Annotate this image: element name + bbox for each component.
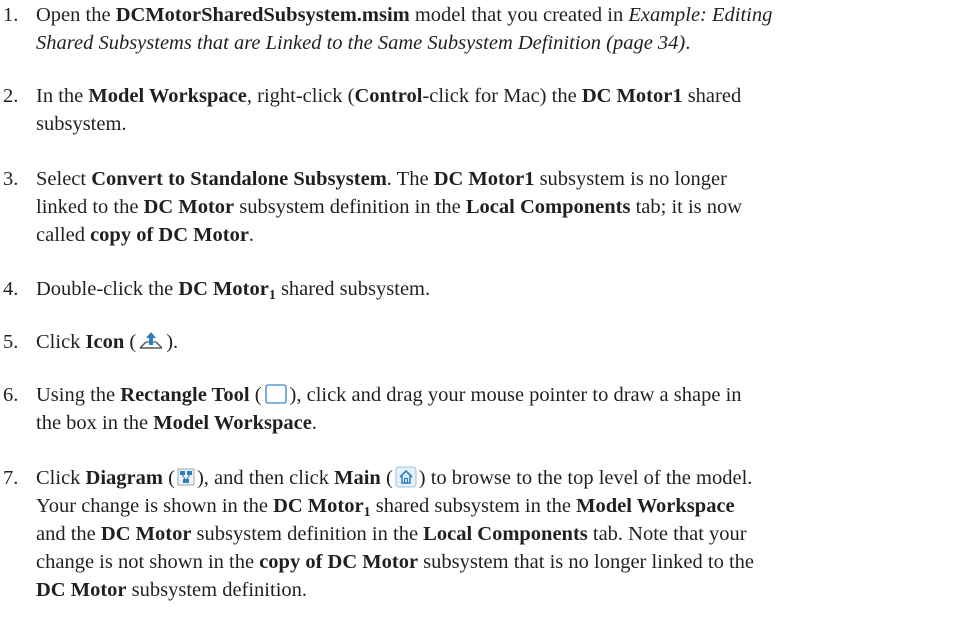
ui-term: copy of DC Motor: [259, 551, 419, 573]
cross-reference-link[interactable]: Example: Editing: [628, 4, 772, 26]
step-1: 1. Open the DCMotorSharedSubsystem.msim …: [0, 1, 968, 57]
step-line: Click Diagram ( ), and then click Main ()…: [36, 464, 968, 492]
document-page: 1. Open the DCMotorSharedSubsystem.msim …: [0, 0, 971, 626]
ui-term: Model Workspace: [88, 85, 247, 107]
step-line: the box in the Model Workspace.: [36, 409, 968, 437]
step-text: -click for Mac) the: [422, 85, 582, 107]
step-text: Using the: [36, 384, 121, 406]
step-text: (: [162, 467, 175, 489]
step-text: Your change is shown in the: [36, 495, 274, 517]
step-7: 7. Click Diagram ( ), and then click Main…: [0, 464, 968, 604]
step-text: Click: [36, 331, 86, 353]
diagram-view-icon: [177, 466, 195, 488]
ui-term: copy of DC Motor: [90, 224, 249, 246]
step-line: subsystem.: [36, 110, 968, 138]
step-line: Click Icon ().: [36, 328, 968, 356]
ui-term: DC Motor: [273, 495, 364, 517]
step-number: 3.: [3, 168, 19, 190]
step-line: Using the Rectangle Tool ( ), click and d…: [36, 381, 968, 409]
step-text: subsystem definition in the: [234, 196, 466, 218]
step-text: .: [685, 32, 691, 54]
step-line: called copy of DC Motor.: [36, 221, 968, 249]
subscript: 1: [363, 505, 371, 520]
step-text: Double-click the: [36, 278, 179, 300]
step-text: subsystem that is no longer linked to th…: [418, 551, 754, 573]
ui-term: DC Motor1: [581, 85, 683, 107]
step-number: 6.: [3, 384, 19, 406]
step-text: subsystem definition.: [126, 579, 308, 601]
step-text: .: [248, 224, 255, 246]
step-4: 4. Double-click the DC Motor1 shared sub…: [0, 275, 968, 303]
ui-term: Main: [334, 467, 381, 489]
step-text: shared subsystem.: [275, 278, 431, 300]
step-text: (: [380, 467, 393, 489]
step-text: change is not shown in the: [36, 551, 260, 573]
step-text: (: [249, 384, 262, 406]
step-text: linked to the: [36, 196, 144, 218]
step-number: 7.: [3, 467, 19, 489]
step-text: model that you created in: [409, 4, 629, 26]
step-text: subsystem is no longer: [534, 168, 727, 190]
step-text: subsystem definition in the: [191, 523, 424, 545]
step-text: ), and then click: [196, 467, 335, 489]
step-number: 2.: [3, 85, 19, 107]
ui-term: Model Workspace: [153, 412, 312, 434]
step-line: Your change is shown in the DC Motor1 sh…: [36, 492, 968, 520]
step-text: In the: [36, 85, 89, 107]
step-5: 5. Click Icon ().: [0, 328, 968, 356]
step-text: and the: [36, 523, 101, 545]
home-icon: [395, 466, 417, 488]
icon-view-icon: [138, 330, 164, 352]
ui-term: DC Motor: [143, 196, 235, 218]
step-line: linked to the DC Motor subsystem definit…: [36, 193, 968, 221]
cross-reference-link[interactable]: Shared Subsystems that are Linked to the…: [36, 32, 685, 54]
step-text: ) to browse to the top level of the mode…: [418, 467, 753, 489]
step-text: .: [311, 412, 317, 434]
ui-term: DC Motor1: [433, 168, 535, 190]
step-line: DC Motor subsystem definition.: [36, 576, 968, 604]
step-line: change is not shown in the copy of DC Mo…: [36, 548, 968, 576]
step-number: 5.: [3, 331, 19, 353]
ui-term: DC Motor: [178, 278, 269, 300]
ui-term: Rectangle Tool: [120, 384, 250, 406]
step-line: Shared Subsystems that are Linked to the…: [36, 29, 968, 57]
ui-term: Convert to Standalone Subsystem: [91, 168, 387, 190]
step-text: Open the: [36, 4, 116, 26]
step-number: 1.: [3, 4, 19, 26]
step-text: ), click and drag your mouse pointer to …: [289, 384, 742, 406]
step-line: and the DC Motor subsystem definition in…: [36, 520, 968, 548]
step-text: the box in the: [36, 412, 154, 434]
step-line: Double-click the DC Motor1 shared subsys…: [36, 275, 968, 303]
step-line: Select Convert to Standalone Subsystem. …: [36, 165, 968, 193]
step-2: 2. In the Model Workspace, right-click (…: [0, 82, 968, 138]
step-text: Click: [36, 467, 86, 489]
ui-term: Diagram: [85, 467, 163, 489]
rectangle-tool-icon: [264, 383, 288, 405]
step-text: (: [124, 331, 137, 353]
step-text: called: [36, 224, 91, 246]
step-line: Open the DCMotorSharedSubsystem.msim mod…: [36, 1, 968, 29]
step-text: tab; it is now: [630, 196, 743, 218]
step-text: shared subsystem in the: [370, 495, 577, 517]
ui-term: Local Components: [465, 196, 631, 218]
subscript: 1: [268, 288, 276, 303]
step-text: tab. Note that your: [587, 523, 747, 545]
file-name: DCMotorSharedSubsystem.msim: [115, 4, 410, 26]
ui-term: Icon: [85, 331, 125, 353]
step-text: shared: [682, 85, 742, 107]
step-text: ).: [166, 331, 179, 353]
ui-term: DC Motor: [100, 523, 192, 545]
ui-term: Control: [354, 85, 423, 107]
step-line: In the Model Workspace, right-click (Con…: [36, 82, 968, 110]
step-text: subsystem.: [36, 113, 127, 135]
step-6: 6. Using the Rectangle Tool ( ), click an…: [0, 381, 968, 437]
step-3: 3. Select Convert to Standalone Subsyste…: [0, 165, 968, 249]
ui-term: Local Components: [423, 523, 588, 545]
ui-term: DC Motor: [36, 579, 127, 601]
ui-term: Model Workspace: [576, 495, 735, 517]
step-number: 4.: [3, 278, 19, 300]
step-text: , right-click (: [246, 85, 355, 107]
step-text: . The: [386, 168, 434, 190]
step-text: Select: [36, 168, 92, 190]
